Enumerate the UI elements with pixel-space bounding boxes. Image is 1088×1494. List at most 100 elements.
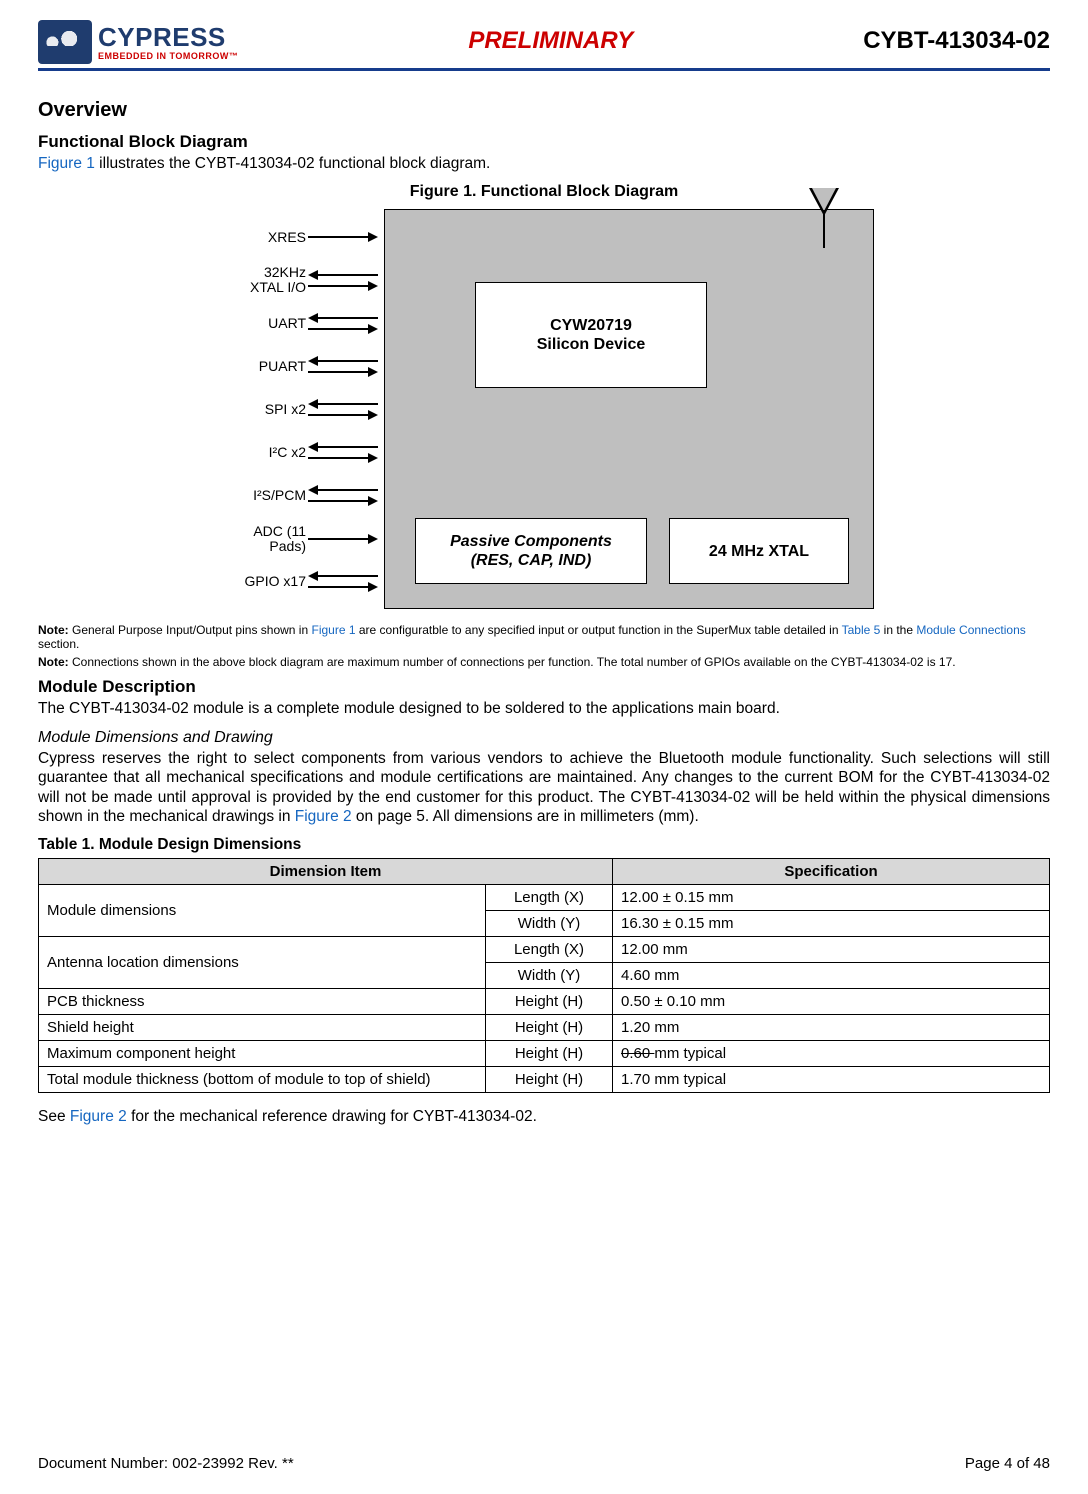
signal-label: GPIO x17 (214, 574, 308, 589)
arrow-icon (308, 443, 378, 462)
logo-icon (38, 20, 92, 64)
figure-1-link[interactable]: Figure 1 (38, 155, 95, 172)
signal-label: SPI x2 (214, 402, 308, 417)
cell-axis: Height (H) (486, 1041, 613, 1067)
cell-axis: Height (H) (486, 1067, 613, 1093)
cell-axis: Height (H) (486, 989, 613, 1015)
table-1-caption: Table 1. Module Design Dimensions (38, 836, 1050, 854)
note-1-d: section. (38, 637, 79, 651)
table-row: Total module thickness (bottom of module… (39, 1067, 1050, 1093)
cell-axis: Length (X) (486, 937, 613, 963)
cell-axis: Width (Y) (486, 963, 613, 989)
signal-row: XRES (214, 218, 384, 256)
logo-text-main: CYPRESS (98, 24, 238, 50)
preliminary-label: PRELIMINARY (468, 27, 633, 55)
signal-row: I²S/PCM (214, 477, 384, 515)
signal-label: XRES (214, 230, 308, 245)
see-fig2-b: for the mechanical reference drawing for… (127, 1108, 537, 1125)
cell-spec: 1.70 mm typical (613, 1067, 1050, 1093)
signal-label: I²S/PCM (214, 488, 308, 503)
arrow-icon (308, 486, 378, 505)
cell-spec: 4.60 mm (613, 963, 1050, 989)
block-diagram: XRES 32KHz XTAL I/O UART PUART SPI x2 I²C x2 I… (214, 209, 874, 609)
cell-item: Total module thickness (bottom of module… (39, 1067, 486, 1093)
signal-row: I²C x2 (214, 433, 384, 471)
cell-item: Shield height (39, 1015, 486, 1041)
table-5-link[interactable]: Table 5 (842, 623, 881, 637)
fbd-intro-text: illustrates the CYBT-413034-02 functiona… (95, 155, 490, 172)
module-description-heading: Module Description (38, 677, 1050, 697)
signal-column: XRES 32KHz XTAL I/O UART PUART SPI x2 I²C x2 I… (214, 209, 384, 609)
th-dimension-item: Dimension Item (39, 859, 613, 885)
cell-axis: Length (X) (486, 885, 613, 911)
figure-2-link-2[interactable]: Figure 2 (70, 1108, 127, 1125)
signal-row: GPIO x17 (214, 563, 384, 601)
arrow-icon (308, 314, 378, 333)
page-footer: Document Number: 002-23992 Rev. ** Page … (38, 1455, 1050, 1472)
cell-spec: 0.60 mm typical (613, 1041, 1050, 1067)
figure-1-caption: Figure 1. Functional Block Diagram (38, 183, 1050, 201)
signal-label: 32KHz XTAL I/O (214, 265, 308, 294)
cell-spec: 0.50 ± 0.10 mm (613, 989, 1050, 1015)
note-1-c: in the (880, 623, 916, 637)
page-header: CYPRESS EMBEDDED IN TOMORROW™ PRELIMINAR… (38, 20, 1050, 71)
module-block: CYW20719 Silicon Device Passive Componen… (384, 209, 874, 609)
module-dimensions-body: Cypress reserves the right to select com… (38, 749, 1050, 827)
logo-text-sub: EMBEDDED IN TOMORROW™ (98, 52, 238, 61)
note-label: Note: (38, 623, 72, 637)
overview-heading: Overview (38, 99, 1050, 122)
see-figure-2: See Figure 2 for the mechanical referenc… (38, 1107, 1050, 1126)
note-2: Note: Connections shown in the above blo… (38, 655, 1050, 669)
arrow-icon (308, 400, 378, 419)
dims-body-b: on page 5. All dimensions are in millime… (352, 808, 699, 825)
th-specification: Specification (613, 859, 1050, 885)
cell-item: PCB thickness (39, 989, 486, 1015)
signal-label: UART (214, 316, 308, 331)
cell-item: Module dimensions (39, 885, 486, 937)
part-number: CYBT-413034-02 (863, 27, 1050, 55)
table-row: Shield heightHeight (H)1.20 mm (39, 1015, 1050, 1041)
fbd-intro: Figure 1 illustrates the CYBT-413034-02 … (38, 154, 1050, 173)
passive-components-box: Passive Components (RES, CAP, IND) (415, 518, 647, 584)
signal-row: ADC (11 Pads) (214, 520, 384, 558)
module-description-body: The CYBT-413034-02 module is a complete … (38, 699, 1050, 718)
module-connections-link[interactable]: Module Connections (916, 623, 1025, 637)
arrow-icon (308, 535, 378, 543)
module-dimensions-heading: Module Dimensions and Drawing (38, 729, 1050, 747)
table-row: Maximum component heightHeight (H)0.60 m… (39, 1041, 1050, 1067)
dimensions-table: Dimension Item Specification Module dime… (38, 858, 1050, 1093)
figure-2-link[interactable]: Figure 2 (295, 808, 352, 825)
xtal-box: 24 MHz XTAL (669, 518, 849, 584)
signal-row: PUART (214, 347, 384, 385)
note-1-a: General Purpose Input/Output pins shown … (72, 623, 311, 637)
page-number: Page 4 of 48 (965, 1455, 1050, 1472)
arrow-icon (308, 271, 378, 290)
arrow-icon (308, 572, 378, 591)
table-row: Module dimensionsLength (X)12.00 ± 0.15 … (39, 885, 1050, 911)
antenna-icon (809, 188, 839, 248)
figure-1-link-inline[interactable]: Figure 1 (311, 623, 355, 637)
signal-row: SPI x2 (214, 390, 384, 428)
document-number: Document Number: 002-23992 Rev. ** (38, 1455, 294, 1472)
note-2-body: Connections shown in the above block dia… (72, 655, 956, 669)
see-fig2-a: See (38, 1108, 70, 1125)
cell-axis: Width (Y) (486, 911, 613, 937)
note-label-2: Note: (38, 655, 72, 669)
cell-axis: Height (H) (486, 1015, 613, 1041)
cell-spec: 12.00 ± 0.15 mm (613, 885, 1050, 911)
signal-label: I²C x2 (214, 445, 308, 460)
cell-spec: 1.20 mm (613, 1015, 1050, 1041)
cell-spec: 16.30 ± 0.15 mm (613, 911, 1050, 937)
note-1: Note: General Purpose Input/Output pins … (38, 623, 1050, 651)
arrow-icon (308, 233, 378, 241)
signal-label: PUART (214, 359, 308, 374)
cell-spec: 12.00 mm (613, 937, 1050, 963)
table-row: Antenna location dimensionsLength (X)12.… (39, 937, 1050, 963)
brand-logo: CYPRESS EMBEDDED IN TOMORROW™ (38, 20, 238, 68)
note-1-b: are configuratble to any specified input… (356, 623, 842, 637)
functional-block-diagram-heading: Functional Block Diagram (38, 132, 1050, 152)
cell-item: Maximum component height (39, 1041, 486, 1067)
signal-label: ADC (11 Pads) (214, 524, 308, 553)
silicon-device-box: CYW20719 Silicon Device (475, 282, 707, 388)
signal-row: UART (214, 304, 384, 342)
